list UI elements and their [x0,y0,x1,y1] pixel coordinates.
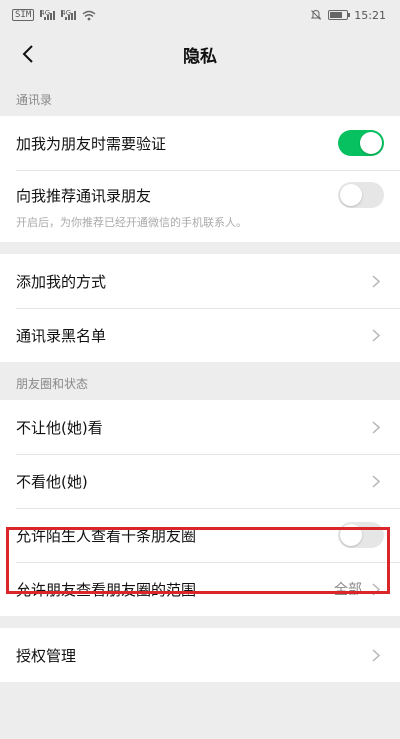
section-header-contacts: 通讯录 [16,93,53,107]
recommend-description: 开启后，为你推荐已经开通微信的手机联系人。 [16,216,247,229]
contacts-group: 加我为朋友时需要验证 向我推荐通讯录朋友 开启后，为你推荐已经开通微信的手机联系… [0,116,400,242]
chevron-left-icon [22,45,33,63]
recommend-toggle[interactable] [338,182,384,208]
signal-icon-1: 4G [40,10,56,20]
nav-bar: 隐私 [0,30,400,78]
verify-row: 加我为朋友时需要验证 [0,116,400,170]
range-label: 允许朋友查看朋友圈的范围 [16,580,197,599]
status-time: 15:21 [354,8,386,22]
range-row[interactable]: 允许朋友查看朋友圈的范围 全部 [0,562,400,616]
chevron-right-icon [372,648,384,662]
page-title: 隐私 [183,46,217,67]
status-bar: SIM 4G 4G 15:21 [0,0,400,30]
chevron-right-icon [372,420,384,434]
recommend-label: 向我推荐通讯录朋友 [16,186,152,205]
battery-icon [328,10,351,20]
section-gap [0,616,400,628]
section-gap [0,242,400,254]
hide-mine-row[interactable]: 不让他(她)看 [0,400,400,454]
auth-label: 授权管理 [16,646,77,665]
status-left: SIM 4G 4G [12,9,96,21]
section-header-moments: 朋友圈和状态 [16,377,89,391]
hide-mine-label: 不让他(她)看 [16,418,103,437]
chevron-right-icon [372,274,384,288]
sim-icon: SIM [12,9,35,21]
hide-theirs-label: 不看他(她) [16,472,88,491]
verify-toggle[interactable] [338,130,384,156]
recommend-row: 向我推荐通讯录朋友 开启后，为你推荐已经开通微信的手机联系人。 [0,170,400,242]
back-button[interactable] [14,40,42,68]
range-value: 全部 [334,582,362,598]
chevron-right-icon [372,474,384,488]
blacklist-label: 通讯录黑名单 [16,326,107,345]
moments-group: 不让他(她)看 不看他(她) 允许陌生人查看十条朋友圈 允许朋友查看朋友圈的范围… [0,400,400,616]
wifi-icon [82,10,96,20]
contacts-links-group: 添加我的方式 通讯录黑名单 [0,254,400,362]
add-methods-label: 添加我的方式 [16,272,107,291]
auth-group: 授权管理 [0,628,400,682]
chevron-right-icon [372,582,384,596]
strangers-row: 允许陌生人查看十条朋友圈 [0,508,400,562]
mute-icon [311,9,322,20]
verify-label: 加我为朋友时需要验证 [16,134,167,153]
signal-icon-2: 4G [61,10,77,20]
add-methods-row[interactable]: 添加我的方式 [0,254,400,308]
strangers-toggle[interactable] [338,522,384,548]
blacklist-row[interactable]: 通讯录黑名单 [0,308,400,362]
chevron-right-icon [372,328,384,342]
auth-row[interactable]: 授权管理 [0,628,400,682]
status-right: 15:21 [310,9,386,22]
hide-theirs-row[interactable]: 不看他(她) [0,454,400,508]
privacy-screen: SIM 4G 4G 15:21 隐私 通讯录 加我为朋友时需要验证 向我推荐通讯… [0,0,400,739]
strangers-label: 允许陌生人查看十条朋友圈 [16,526,197,545]
